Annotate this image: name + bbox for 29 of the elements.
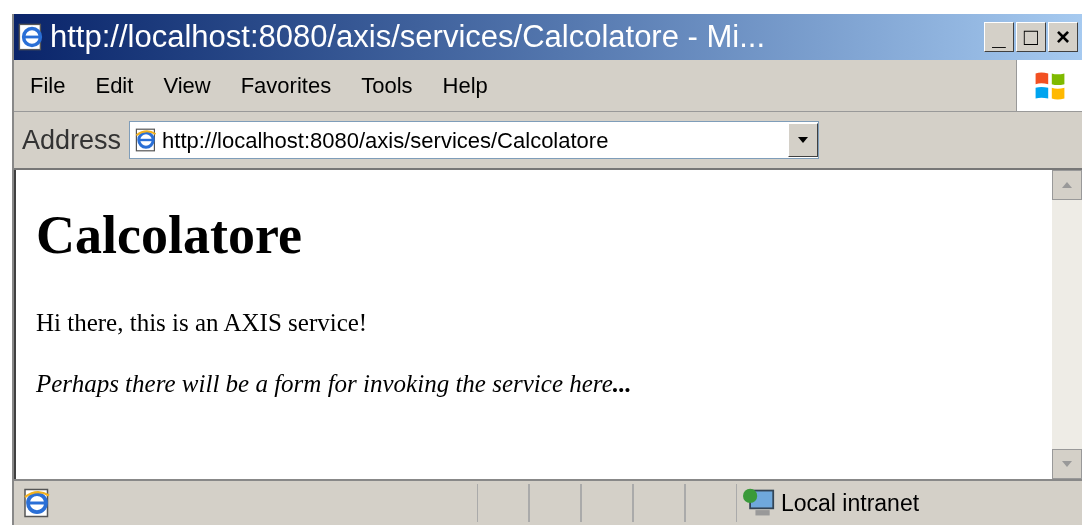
status-pane [685, 484, 737, 522]
menu-item[interactable]: Help [442, 69, 488, 102]
window-control[interactable]: □ [1016, 22, 1046, 52]
dropdown-button[interactable] [788, 123, 819, 157]
up-arrow-icon [1062, 182, 1072, 188]
window-control[interactable]: × [1048, 22, 1078, 52]
zone-label: Local intranet [781, 488, 920, 518]
status-pane [477, 484, 529, 522]
paragraph: Hi there, this is an AXIS service! [36, 310, 369, 335]
paragraph: Perhaps there will be a form for invoking the service here... [36, 371, 633, 396]
browser-icon [22, 488, 52, 518]
window-title: http://localhost:8080/axis/services/Calcolatore - Mi... [50, 17, 767, 56]
down-arrow-icon [1062, 461, 1072, 467]
status-pane [529, 484, 581, 522]
window-control[interactable]: _ [984, 22, 1014, 52]
address-field[interactable]: http://localhost:8080/axis/services/Calcolatore [129, 121, 820, 159]
status-pane [581, 484, 633, 522]
menu-item[interactable]: Tools [361, 69, 413, 102]
scrollbar[interactable] [1052, 170, 1082, 479]
menu-item[interactable]: Edit [95, 69, 134, 102]
address-label: Address [22, 123, 122, 157]
menu-item[interactable]: View [163, 69, 211, 102]
caret-icon [798, 137, 809, 143]
menu-item[interactable]: Favorites [240, 69, 332, 102]
status-pane [633, 484, 685, 522]
menu-item[interactable]: File [30, 69, 66, 102]
address-text: http://localhost:8080/axis/services/Calcolatore [162, 126, 610, 155]
page-heading: Calcolatore [36, 208, 303, 262]
browser-icon [134, 128, 159, 152]
